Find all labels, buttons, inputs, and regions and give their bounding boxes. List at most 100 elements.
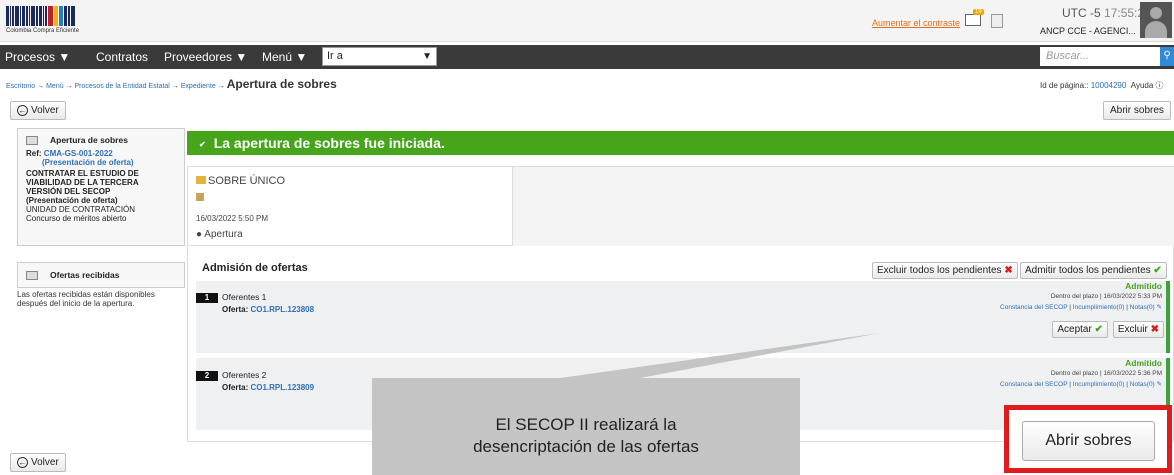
note-icon[interactable]: ✎: [1157, 304, 1162, 311]
offer-number: 2: [196, 371, 218, 381]
notas-link[interactable]: Notas(0): [1130, 381, 1155, 388]
offer-id: Oferta: CO1.RPL.123808: [222, 305, 314, 314]
offer-id-link[interactable]: CO1.RPL.123809: [250, 383, 314, 392]
user-avatar-icon[interactable]: [1140, 2, 1172, 38]
barcode-logo-icon: [6, 6, 116, 26]
status-badge: Admitido: [1125, 358, 1162, 368]
received-offers-note: Las ofertas recibidas están disponibles …: [17, 290, 155, 308]
folder-icon: [196, 176, 206, 184]
success-message-bar: ✔ La apertura de sobres fue iniciada.: [187, 131, 1174, 155]
envelope-strip: [513, 166, 1174, 246]
offer-deadline: Dentro del plazo | 16/03/2022 5:33 PM: [1050, 293, 1162, 300]
ref-label: Ref:: [26, 149, 42, 159]
envelope-card[interactable]: SOBRE ÚNICO 16/03/2022 5:50 PM ● Apertur…: [187, 166, 513, 246]
process-type: Concurso de méritos abierto: [26, 214, 127, 224]
colombia-compra-logo[interactable]: Colombia Compra Eficiente: [6, 6, 116, 38]
offer-row: 1 Oferentes 1 Oferta: CO1.RPL.123808 Adm…: [196, 281, 1170, 353]
nav-procesos[interactable]: Procesos ▼: [5, 50, 70, 64]
offerer-name: Oferentes 2: [222, 370, 267, 380]
exclude-button[interactable]: Excluir ✖: [1112, 321, 1164, 338]
check-icon: ✔: [1153, 265, 1162, 276]
offer-number: 1: [196, 293, 218, 303]
search-input[interactable]: Buscar...: [1040, 47, 1160, 66]
constancia-link[interactable]: Constancia del SECOP: [1000, 304, 1067, 311]
offer-id-link[interactable]: CO1.RPL.123808: [250, 305, 314, 314]
folder-icon: [26, 136, 38, 146]
folder-icon: [26, 271, 38, 281]
logo-text: Colombia Compra Eficiente: [6, 28, 80, 34]
page-id-value: 10004290: [1090, 81, 1127, 90]
goto-select[interactable]: Ir a ▼: [322, 47, 437, 66]
help-icon[interactable]: ⓘ: [1156, 81, 1164, 90]
search-icon[interactable]: ⚲: [1160, 47, 1174, 66]
arrow-left-icon: ←: [17, 105, 28, 116]
check-icon: ✔: [1094, 324, 1103, 335]
status-badge: Admitido: [1125, 281, 1162, 291]
process-unit: UNIDAD DE CONTRATACIÓN: [26, 205, 136, 215]
ref-code-link[interactable]: CMA-GS-001-2022: [44, 149, 113, 158]
open-envelopes-big-button[interactable]: Abrir sobres: [1022, 421, 1155, 461]
process-description-sub: (Presentación de oferta): [26, 196, 118, 206]
offer-deadline: Dentro del plazo | 16/03/2022 5:36 PM: [1050, 370, 1162, 377]
nav-proveedores[interactable]: Proveedores ▼: [164, 50, 247, 64]
breadcrumb-expediente[interactable]: Expediente: [181, 83, 216, 90]
check-icon: ✔: [199, 139, 206, 149]
process-summary-panel: Apertura de sobres Ref: CMA-GS-001-2022 …: [17, 128, 185, 246]
ref-sub: (Presentación de oferta): [42, 158, 134, 168]
constancia-link[interactable]: Constancia del SECOP: [1000, 381, 1067, 388]
offerer-name: Oferentes 1: [222, 292, 267, 302]
envelope-name: SOBRE ÚNICO: [208, 175, 286, 187]
panel-title: Apertura de sobres: [50, 135, 128, 145]
success-message: La apertura de sobres fue iniciada.: [213, 135, 445, 151]
exclude-all-button[interactable]: Excluir todos los pendientes ✖: [872, 262, 1018, 279]
server-clock: UTC -5 17:55:28: [1062, 6, 1151, 20]
notas-link[interactable]: Notas(0): [1130, 304, 1155, 311]
document-icon[interactable]: [991, 14, 1003, 28]
page-title: Apertura de sobres: [226, 77, 337, 91]
breadcrumb-procesos[interactable]: Procesos de la Entidad Estatal: [75, 83, 170, 90]
lock-icon: [196, 193, 204, 201]
nav-contratos[interactable]: Contratos: [96, 50, 148, 64]
offer-links: Constancia del SECOP | Incumplimiento(0)…: [1000, 304, 1162, 311]
envelope-date: 16/03/2022 5:50 PM: [196, 214, 269, 223]
offer-label: Oferta:: [222, 383, 249, 392]
main-navbar: Procesos ▼ Contratos Proveedores ▼ Menú …: [0, 45, 1174, 69]
page-id: Id de página:: 10004290 Ayuda ⓘ: [1040, 80, 1164, 91]
breadcrumb-arrow: →: [37, 83, 45, 90]
arrow-left-icon: ←: [17, 457, 28, 468]
account-selector[interactable]: ANCP CCE - AGENCI... ▼: [1040, 26, 1147, 36]
envelope-phase: Apertura: [204, 229, 243, 240]
accept-button[interactable]: Aceptar ✔: [1052, 321, 1108, 338]
back-button-bottom[interactable]: ← Volver: [10, 453, 66, 473]
mail-count-badge: 19: [973, 9, 984, 15]
offer-links: Constancia del SECOP | Incumplimiento(0)…: [1000, 381, 1162, 388]
increase-contrast-link[interactable]: Aumentar el contraste: [872, 18, 960, 28]
callout-line-2: desencriptación de las ofertas: [473, 437, 699, 456]
breadcrumb-arrow: →: [65, 83, 73, 90]
annotation-callout: El SECOP II realizará la desencriptación…: [372, 378, 800, 475]
open-envelopes-button[interactable]: Abrir sobres: [1103, 101, 1171, 120]
breadcrumb: Escritorio → Menú → Procesos de la Entid…: [6, 77, 337, 91]
received-offers-panel[interactable]: Ofertas recibidas: [17, 262, 185, 288]
breadcrumb-menu[interactable]: Menú: [46, 83, 64, 90]
help-link[interactable]: Ayuda: [1131, 81, 1154, 90]
nav-menu[interactable]: Menú ▼: [262, 50, 307, 64]
process-description: CONTRATAR EL ESTUDIO DE VIABILIDAD DE LA…: [26, 169, 139, 197]
breadcrumb-arrow: →: [171, 83, 179, 90]
incumplimiento-link[interactable]: Incumplimiento(0): [1073, 304, 1125, 311]
breadcrumb-arrow: →: [217, 83, 225, 90]
offer-id: Oferta: CO1.RPL.123809: [222, 383, 314, 392]
incumplimiento-link[interactable]: Incumplimiento(0): [1073, 381, 1125, 388]
top-header: Colombia Compra Eficiente Aumentar el co…: [0, 0, 1174, 42]
offer-label: Oferta:: [222, 305, 249, 314]
close-icon: ✖: [1150, 324, 1159, 335]
breadcrumb-escritorio[interactable]: Escritorio: [6, 83, 35, 90]
admit-all-button[interactable]: Admitir todos los pendientes ✔: [1020, 262, 1167, 279]
received-offers-title: Ofertas recibidas: [50, 270, 120, 280]
mail-icon[interactable]: [965, 14, 981, 26]
note-icon[interactable]: ✎: [1157, 381, 1162, 388]
page-id-label: Id de página::: [1040, 81, 1089, 90]
back-button[interactable]: ← Volver: [10, 101, 66, 121]
admission-title: Admisión de ofertas: [202, 262, 308, 274]
chevron-down-icon: ▼: [422, 51, 432, 62]
